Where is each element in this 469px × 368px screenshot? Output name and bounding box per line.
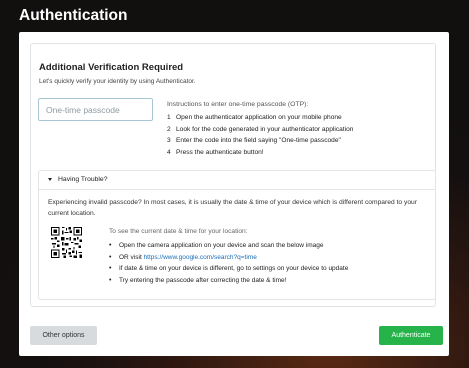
list-item: • Try entering the passcode after correct…	[109, 276, 287, 284]
verification-subtitle: Let's quickly verify your identity by us…	[39, 78, 196, 85]
divider	[39, 189, 435, 190]
having-trouble-toggle[interactable]: Having Trouble?	[48, 176, 108, 183]
bullet-icon: •	[109, 242, 112, 249]
authenticate-button[interactable]: Authenticate	[379, 326, 443, 345]
other-options-button[interactable]: Other options	[30, 326, 97, 345]
list-item: 3 Enter the code into the field saying "O…	[167, 137, 341, 144]
having-trouble-label: Having Trouble?	[58, 176, 108, 183]
otp-instructions-list: 1 Open the authenticator application on y…	[167, 112, 353, 158]
verification-heading: Additional Verification Required	[39, 62, 184, 73]
caret-down-icon	[48, 178, 52, 181]
list-item: • If date & time on your device is differ…	[109, 265, 349, 272]
list-item: • Open the camera application on your dev…	[109, 242, 324, 249]
list-item: 4 Press the authenticate button!	[167, 148, 264, 156]
google-time-link[interactable]: https://www.google.com/search?q=time	[144, 254, 257, 261]
list-item: 1 Open the authenticator application on y…	[167, 114, 342, 121]
authentication-dialog: Additional Verification Required Let's q…	[19, 32, 449, 356]
time-check-list: • Open the camera application on your dev…	[109, 240, 348, 286]
bullet-icon: •	[109, 265, 112, 272]
otp-input[interactable]	[38, 98, 153, 121]
bullet-icon: •	[109, 276, 112, 284]
time-check-title: To see the current date & time for your …	[109, 228, 248, 235]
qr-code-icon	[51, 227, 82, 258]
bullet-icon: •	[109, 253, 112, 261]
list-item: • OR visit https://www.google.com/search?…	[109, 253, 257, 261]
page-title: Authentication	[19, 7, 128, 24]
otp-instructions-title: Instructions to enter one-time passcode …	[167, 101, 309, 108]
verification-panel: Additional Verification Required Let's q…	[30, 43, 436, 307]
having-trouble-panel: Having Trouble? Experiencing invalid pas…	[38, 170, 436, 300]
trouble-description: Experiencing invalid passcode? In most c…	[48, 199, 417, 217]
list-item: 2 Look for the code generated in your aut…	[167, 125, 354, 133]
